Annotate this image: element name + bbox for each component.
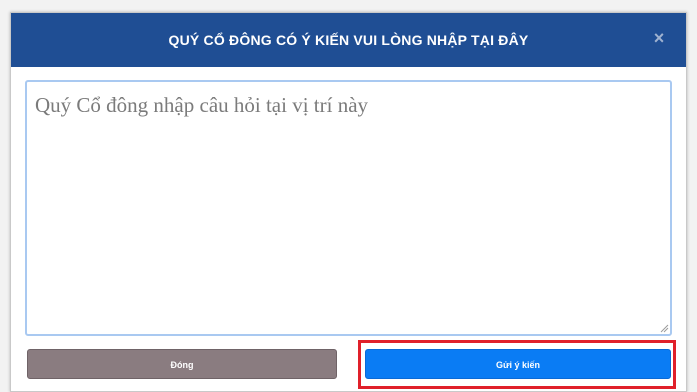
send-feedback-button[interactable]: Gửi ý kiến bbox=[365, 349, 671, 379]
close-button[interactable]: Đóng bbox=[27, 349, 337, 379]
resize-grip-icon[interactable] bbox=[659, 323, 669, 333]
modal-header: QUÝ CỔ ĐÔNG CÓ Ý KIẾN VUI LÒNG NHẬP TẠI … bbox=[11, 13, 686, 67]
question-input[interactable] bbox=[25, 80, 672, 336]
modal-title: QUÝ CỔ ĐÔNG CÓ Ý KIẾN VUI LÒNG NHẬP TẠI … bbox=[168, 32, 529, 48]
feedback-modal: QUÝ CỔ ĐÔNG CÓ Ý KIẾN VUI LÒNG NHẬP TẠI … bbox=[10, 12, 687, 392]
close-icon[interactable]: × bbox=[648, 27, 670, 49]
